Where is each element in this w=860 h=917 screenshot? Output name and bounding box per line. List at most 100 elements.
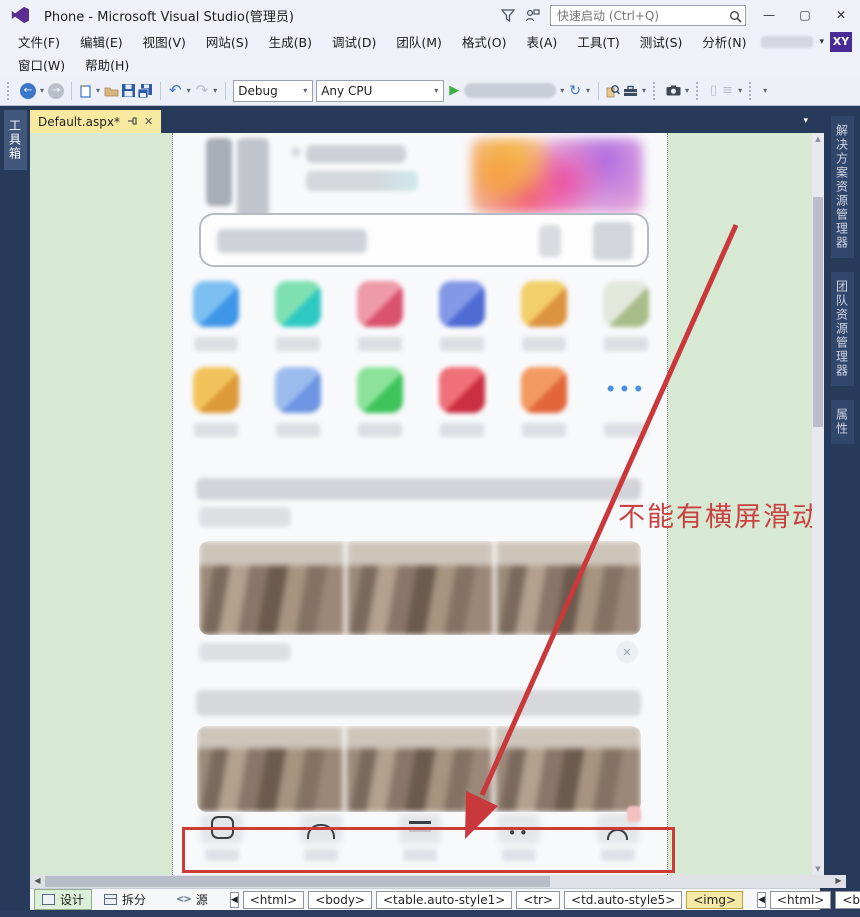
vertical-scrollbar[interactable]: ▲ ▼	[812, 133, 824, 875]
toolbar-grip[interactable]	[749, 81, 756, 100]
tab-well-overflow-caret[interactable]: ▾	[803, 116, 808, 126]
menu-item[interactable]: 调试(D)	[322, 29, 386, 54]
horizontal-scroll-thumb[interactable]	[45, 876, 550, 887]
toolbox-icon[interactable]	[623, 85, 638, 97]
sidebar-tab[interactable]: 团队资源管理器	[830, 272, 854, 386]
tab-close-icon[interactable]: ✕	[144, 115, 153, 128]
pin-icon[interactable]	[127, 115, 137, 129]
app-icon-cell[interactable]	[357, 367, 403, 437]
app-icon[interactable]	[357, 281, 403, 327]
back-dropdown-caret[interactable]: ▾	[39, 86, 45, 95]
app-icon[interactable]	[193, 367, 239, 413]
app-icon[interactable]	[603, 281, 649, 327]
app-icon[interactable]	[439, 281, 485, 327]
refresh-button[interactable]: ↻	[568, 84, 582, 98]
menu-item[interactable]: 文件(F)	[8, 29, 70, 54]
toolbar-grip[interactable]	[7, 81, 14, 100]
new-item-button[interactable]	[79, 84, 92, 98]
breadcrumb-tag[interactable]: <html>	[769, 890, 832, 909]
solution-platform-combobox[interactable]: Any CPU ▾	[316, 79, 445, 102]
send-feedback-icon[interactable]	[525, 8, 540, 22]
breadcrumb-tag[interactable]: <body>	[835, 890, 860, 909]
toolbar-overflow-caret[interactable]: ▾	[762, 86, 768, 95]
toolbar-overflow-caret[interactable]: ▾	[641, 86, 647, 95]
breadcrumb-prev-button[interactable]: ◀	[229, 891, 239, 908]
screenshot-icon[interactable]	[666, 85, 681, 96]
avatar[interactable]: XY	[830, 31, 852, 52]
app-icon[interactable]	[275, 367, 321, 413]
app-icon[interactable]	[357, 367, 403, 413]
menu-item[interactable]: 网站(S)	[196, 29, 259, 54]
sidebar-tab[interactable]: 属性	[830, 400, 854, 444]
app-icon-cell[interactable]	[521, 281, 567, 351]
app-icon[interactable]	[275, 281, 321, 327]
app-icon-cell[interactable]	[521, 367, 567, 437]
find-in-files-icon[interactable]	[606, 84, 620, 98]
navigate-back-button[interactable]: ←	[20, 82, 36, 99]
app-icon-cell[interactable]	[357, 281, 403, 351]
menu-item[interactable]: 帮助(H)	[75, 52, 139, 77]
breadcrumb-tag[interactable]: <tr>	[516, 890, 561, 909]
menu-item[interactable]: 生成(B)	[259, 29, 322, 54]
photo-thumbnail[interactable]	[495, 541, 641, 635]
chevron-down-icon[interactable]: ▾	[819, 37, 824, 47]
menu-item[interactable]: 编辑(E)	[70, 29, 133, 54]
photo-thumbnail[interactable]	[346, 726, 492, 812]
redo-button[interactable]: ↷	[195, 83, 210, 98]
refresh-caret[interactable]: ▾	[585, 86, 591, 95]
user-account-area[interactable]: ▾ XY	[761, 31, 860, 52]
more-apps-icon[interactable]: •••	[603, 367, 649, 413]
design-surface[interactable]: ••• ✕ 不能有横	[30, 133, 812, 875]
photo-thumbnail[interactable]	[495, 726, 641, 812]
scroll-up-icon[interactable]: ▲	[812, 135, 824, 143]
vertical-scroll-thumb[interactable]	[813, 197, 823, 427]
horizontal-scrollbar[interactable]: ◀ ▶	[30, 875, 846, 888]
scroll-down-icon[interactable]: ▼	[812, 865, 824, 873]
save-all-button[interactable]	[138, 83, 153, 98]
quick-launch-search[interactable]	[550, 5, 746, 26]
navigate-forward-button[interactable]: →	[48, 82, 65, 99]
photo-thumbnail[interactable]	[199, 541, 345, 635]
source-view-button[interactable]: <> 源	[168, 889, 216, 910]
toolbar-overflow-caret[interactable]: ▾	[737, 86, 743, 95]
breadcrumb-tag[interactable]: <td.auto-style5>	[564, 890, 683, 909]
toolbar-grip[interactable]	[696, 81, 703, 100]
undo-button[interactable]: ↶	[168, 83, 183, 98]
app-icon-cell[interactable]	[603, 281, 649, 351]
solution-configuration-combobox[interactable]: Debug ▾	[233, 79, 314, 102]
platform-caret[interactable]: ▾	[433, 86, 439, 95]
phone-search-bar[interactable]	[199, 213, 649, 267]
photo-thumbnail[interactable]	[197, 726, 343, 812]
app-icon-cell[interactable]	[275, 367, 321, 437]
menu-item[interactable]: 分析(N)	[692, 29, 756, 54]
menu-item[interactable]: 表(A)	[517, 29, 568, 54]
app-icon-cell[interactable]	[275, 281, 321, 351]
app-icon[interactable]	[193, 281, 239, 327]
browser-target-blurred[interactable]	[464, 83, 557, 98]
scroll-left-icon[interactable]: ◀	[31, 876, 44, 885]
photo-strip[interactable]	[197, 726, 641, 812]
photo-strip[interactable]	[199, 541, 641, 635]
feedback-filter-icon[interactable]	[501, 8, 515, 22]
toolbar-grip[interactable]	[653, 81, 660, 100]
save-button[interactable]	[122, 84, 136, 97]
sidebar-tab[interactable]: 解决方案资源管理器	[830, 116, 854, 258]
app-icon-cell[interactable]	[439, 281, 485, 351]
app-icon-cell[interactable]	[193, 281, 239, 351]
app-icon-cell[interactable]	[193, 367, 239, 437]
browser-target-caret[interactable]: ▾	[559, 86, 565, 95]
config-caret[interactable]: ▾	[302, 86, 308, 95]
photo-thumbnail[interactable]	[347, 541, 493, 635]
phone-page-content[interactable]: ••• ✕	[172, 133, 668, 875]
open-file-button[interactable]	[104, 85, 119, 97]
close-button[interactable]: ✕	[828, 6, 854, 24]
scroll-right-icon[interactable]: ▶	[832, 876, 845, 885]
breadcrumb-tag[interactable]: <body>	[308, 890, 372, 909]
breadcrumb-tag[interactable]: <table.auto-style1>	[375, 890, 513, 909]
document-tab-default-aspx[interactable]: Default.aspx* ✕	[30, 110, 162, 133]
app-icon[interactable]	[439, 367, 485, 413]
app-icon[interactable]	[521, 281, 567, 327]
breadcrumb-tag[interactable]: <html>	[242, 890, 305, 909]
design-view-button[interactable]: 设计	[34, 889, 93, 910]
sidebar-tab-toolbox[interactable]: 工具箱	[3, 110, 27, 170]
